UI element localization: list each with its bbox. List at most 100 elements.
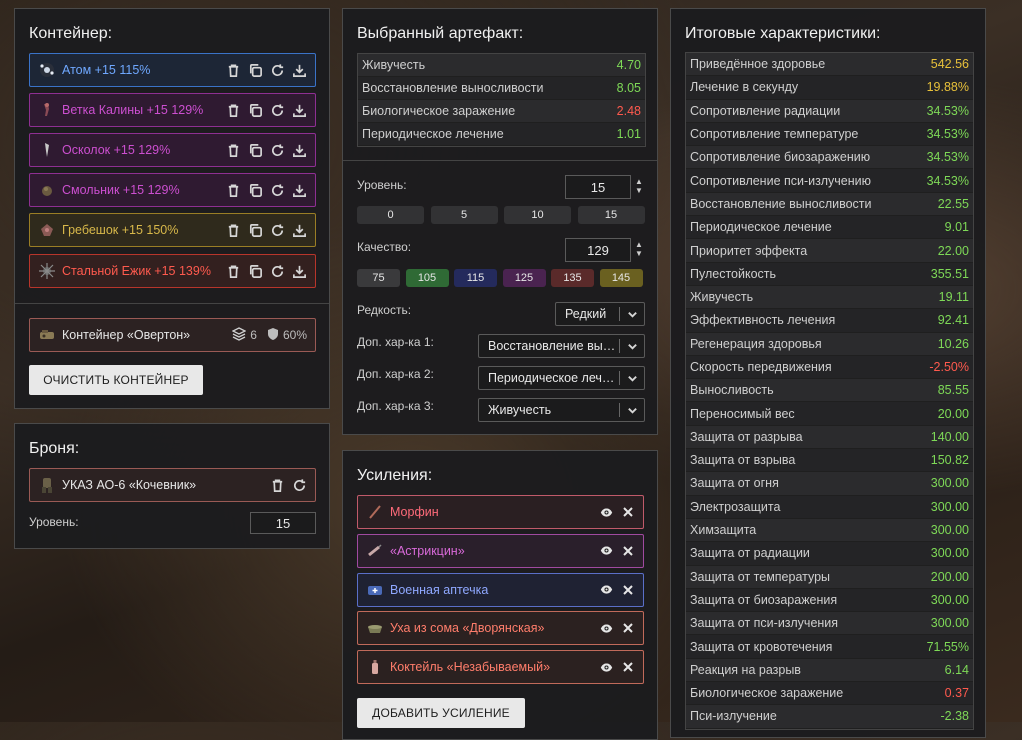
container-item[interactable]: Ветка Калины +15 129% bbox=[29, 93, 316, 127]
stat-row: Восстановление выносливости 22.55 bbox=[686, 192, 973, 217]
copy-icon[interactable] bbox=[247, 102, 263, 118]
quality-preset-button[interactable]: 125 bbox=[502, 269, 546, 287]
boost-item[interactable]: «Астрикцин» bbox=[357, 533, 644, 568]
stat-value: 22.00 bbox=[937, 243, 969, 258]
quality-input[interactable]: 129 bbox=[565, 238, 631, 262]
download-icon[interactable] bbox=[291, 182, 307, 198]
container-slots: 6 bbox=[250, 328, 257, 342]
stat-label: Защита от взрыва bbox=[690, 453, 796, 468]
container-holder[interactable]: Контейнер «Овертон» 6 60% bbox=[29, 318, 316, 352]
download-icon[interactable] bbox=[291, 102, 307, 118]
refresh-icon[interactable] bbox=[269, 222, 285, 238]
download-icon[interactable] bbox=[291, 222, 307, 238]
quality-preset-button[interactable]: 105 bbox=[405, 269, 449, 287]
level-preset-button[interactable]: 10 bbox=[504, 206, 571, 224]
copy-icon[interactable] bbox=[247, 142, 263, 158]
trash-icon[interactable] bbox=[225, 263, 241, 279]
rarity-select[interactable]: Редкий bbox=[555, 302, 645, 326]
trash-icon[interactable] bbox=[225, 222, 241, 238]
refresh-icon[interactable] bbox=[269, 142, 285, 158]
stat-label: Сопротивление радиации bbox=[690, 103, 841, 118]
armor-item[interactable]: УКАЗ АО-6 «Кочевник» bbox=[29, 468, 316, 502]
boost-item[interactable]: Уха из сома «Дворянская» bbox=[357, 611, 644, 646]
trash-icon[interactable] bbox=[269, 477, 285, 493]
stat-row: Защита от пси-излучения 300.00 bbox=[686, 612, 973, 636]
copy-icon[interactable] bbox=[247, 222, 263, 238]
container-item[interactable]: Осколок +15 129% bbox=[29, 133, 316, 167]
chevron-down-icon bbox=[620, 341, 644, 352]
eye-icon[interactable] bbox=[599, 544, 613, 558]
stat-value: 300.00 bbox=[930, 499, 969, 514]
container-item[interactable]: Гребешок +15 150% bbox=[29, 213, 316, 247]
boost-item[interactable]: Коктейль «Незабываемый» bbox=[357, 650, 644, 685]
boost-icon bbox=[366, 581, 384, 599]
eye-icon[interactable] bbox=[599, 583, 613, 597]
stat-row: Защита от разрыва 140.00 bbox=[686, 425, 973, 450]
refresh-icon[interactable] bbox=[269, 182, 285, 198]
trash-icon[interactable] bbox=[225, 182, 241, 198]
extra1-select[interactable]: Восстановление выносливости bbox=[478, 334, 645, 358]
add-boost-button[interactable]: ДОБАВИТЬ УСИЛЕНИЕ bbox=[357, 698, 525, 728]
quality-spinner[interactable]: ▲ ▼ bbox=[634, 240, 644, 258]
close-icon[interactable] bbox=[621, 583, 635, 597]
download-icon[interactable] bbox=[291, 263, 307, 279]
stat-value: 22.55 bbox=[937, 196, 969, 211]
chevron-down-icon bbox=[620, 373, 644, 384]
level-preset-button[interactable]: 5 bbox=[430, 206, 498, 224]
boost-item[interactable]: Морфин bbox=[357, 495, 644, 529]
stat-label: Периодическое лечение bbox=[362, 127, 504, 141]
stat-label: Эффективность лечения bbox=[690, 313, 836, 328]
close-icon[interactable] bbox=[621, 621, 635, 635]
level-preset-button[interactable]: 0 bbox=[357, 206, 424, 224]
copy-icon[interactable] bbox=[247, 182, 263, 198]
quality-preset-button[interactable]: 75 bbox=[357, 269, 400, 287]
refresh-icon[interactable] bbox=[269, 102, 285, 118]
level-input[interactable]: 15 bbox=[565, 175, 631, 199]
eye-icon[interactable] bbox=[599, 621, 613, 635]
boosts-title: Усиления: bbox=[357, 467, 433, 484]
extra3-select[interactable]: Живучесть bbox=[478, 398, 645, 422]
eye-icon[interactable] bbox=[599, 505, 613, 519]
stat-value: 2.48 bbox=[616, 104, 641, 118]
stat-value: 300.00 bbox=[930, 616, 969, 631]
stat-value: 6.14 bbox=[944, 662, 969, 677]
container-item[interactable]: Атом +15 115% bbox=[29, 53, 316, 87]
trash-icon[interactable] bbox=[225, 142, 241, 158]
quality-preset-button[interactable]: 145 bbox=[599, 269, 643, 287]
armor-name: УКАЗ АО-6 «Кочевник» bbox=[62, 478, 197, 492]
clear-container-button[interactable]: ОЧИСТИТЬ КОНТЕЙНЕР bbox=[29, 365, 203, 395]
stat-value: -2.50% bbox=[929, 360, 969, 374]
boost-item[interactable]: Военная аптечка bbox=[357, 572, 644, 607]
copy-icon[interactable] bbox=[247, 62, 263, 78]
close-icon[interactable] bbox=[621, 660, 635, 674]
armor-level-input[interactable]: 15 bbox=[250, 512, 316, 534]
artifact-icon bbox=[38, 61, 56, 79]
stat-row: Скорость передвижения -2.50% bbox=[686, 355, 973, 380]
close-icon[interactable] bbox=[621, 505, 635, 519]
stat-label: Защита от пси-излучения bbox=[690, 616, 839, 631]
refresh-icon[interactable] bbox=[291, 477, 307, 493]
copy-icon[interactable] bbox=[247, 263, 263, 279]
trash-icon[interactable] bbox=[225, 62, 241, 78]
container-item[interactable]: Смольник +15 129% bbox=[29, 173, 316, 207]
stat-row: Защита от радиации 300.00 bbox=[686, 542, 973, 566]
stat-row: Живучесть 4.70 bbox=[358, 54, 645, 77]
level-preset-button[interactable]: 15 bbox=[577, 206, 645, 224]
stat-value: 4.70 bbox=[616, 58, 641, 72]
download-icon[interactable] bbox=[291, 62, 307, 78]
extra2-select[interactable]: Периодическое лечение bbox=[478, 366, 645, 390]
trash-icon[interactable] bbox=[225, 102, 241, 118]
quality-preset-button[interactable]: 135 bbox=[551, 269, 594, 287]
refresh-icon[interactable] bbox=[269, 263, 285, 279]
stat-value: 71.55% bbox=[926, 639, 969, 654]
container-title: Контейнер: bbox=[29, 25, 113, 42]
artifact-icon bbox=[38, 141, 56, 159]
refresh-icon[interactable] bbox=[269, 62, 285, 78]
close-icon[interactable] bbox=[621, 544, 635, 558]
quality-preset-button[interactable]: 115 bbox=[454, 269, 497, 287]
container-item[interactable]: Стальной Ежик +15 139% bbox=[29, 254, 316, 288]
stat-value: 92.41 bbox=[937, 313, 969, 328]
level-spinner[interactable]: ▲ ▼ bbox=[634, 177, 644, 195]
eye-icon[interactable] bbox=[599, 660, 613, 674]
download-icon[interactable] bbox=[291, 142, 307, 158]
